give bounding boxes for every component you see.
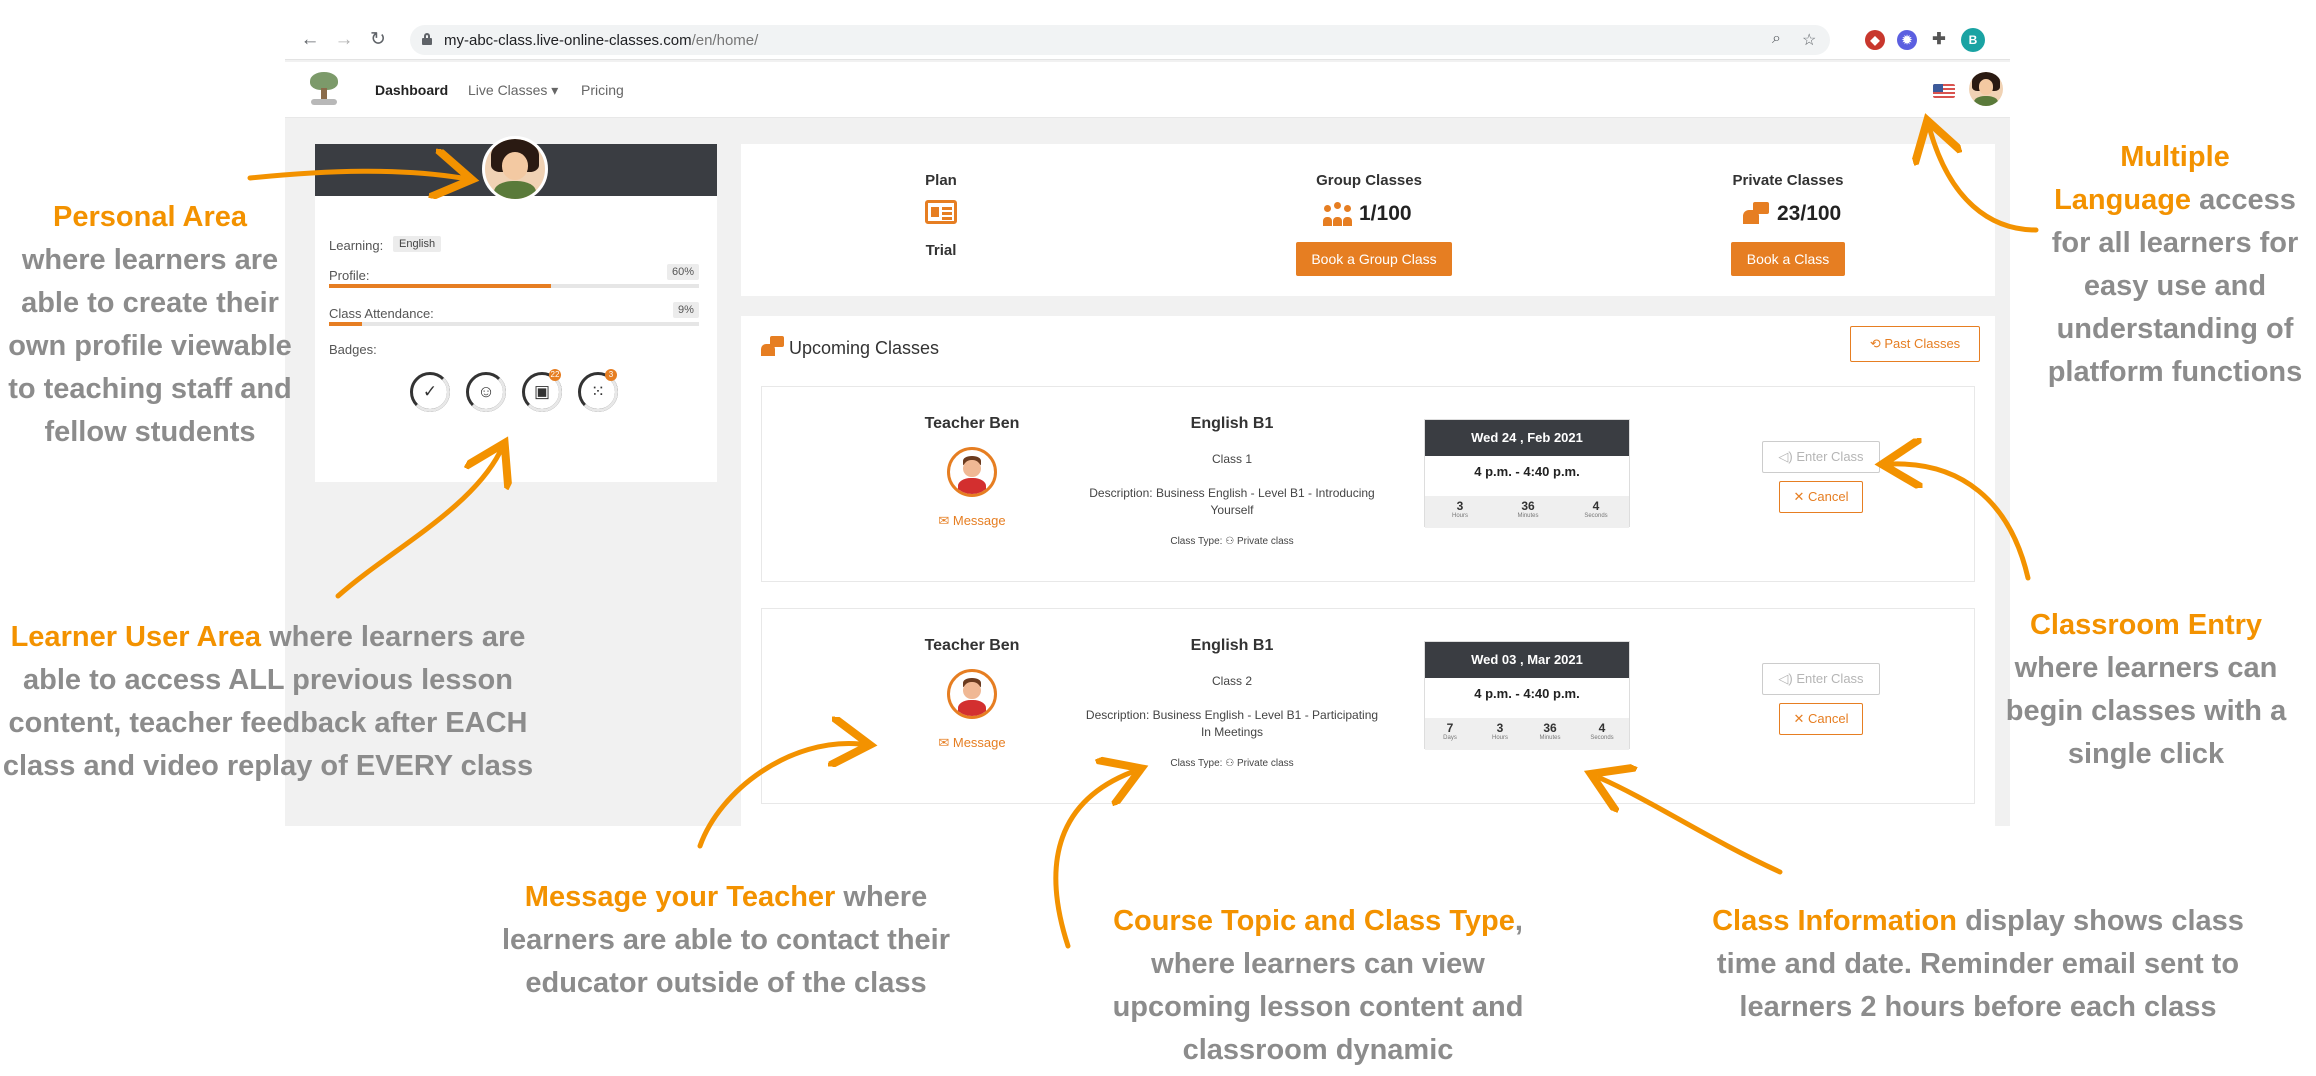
annotation-course-topic: Course Topic and Class Type, where learn…	[1112, 905, 1524, 1066]
app-navbar: Dashboard Live Classes ▾ Pricing	[285, 62, 2010, 118]
attendance-label: Class Attendance:	[329, 306, 434, 321]
extension-icon[interactable]: ◆	[1865, 30, 1885, 50]
zoom-icon[interactable]: ⌕	[1772, 30, 1781, 48]
class-time: 4 p.m. - 4:40 p.m.	[1474, 464, 1580, 479]
learning-language-tag: English	[393, 236, 442, 252]
browser-toolbar: ← → ↻ my-abc-class.live-online-classes.c…	[285, 20, 2010, 60]
reload-icon[interactable]: ↻	[367, 29, 389, 51]
address-bar[interactable]: my-abc-class.live-online-classes.com/en/…	[410, 25, 1830, 55]
past-classes-button[interactable]: ⟲ Past Classes	[1850, 326, 1980, 362]
profile-badge-icon[interactable]: ☺	[466, 372, 506, 412]
badges-label: Badges:	[329, 342, 377, 357]
back-arrow-icon[interactable]: ←	[299, 29, 321, 51]
class-type: Class Type: ⚇ Private class	[1170, 758, 1294, 769]
annotation-message-teacher: Message your Teacher where learners are …	[501, 881, 951, 999]
countdown-cell: 4 Seconds	[1590, 721, 1614, 741]
profile-card: Learning: English Profile: 60% Class Att…	[315, 136, 717, 482]
group-classes-icon	[1323, 202, 1353, 226]
profile-photo[interactable]	[482, 136, 548, 202]
nav-live-classes[interactable]: Live Classes ▾	[468, 82, 558, 99]
class-description: Description: Business English - Level B1…	[1085, 708, 1379, 739]
annotation-learner-area: Learner User Area where learners are abl…	[2, 621, 534, 782]
countdown-cell: 3 Hours	[1451, 499, 1468, 519]
group-classes-title: Group Classes	[1316, 172, 1422, 189]
cancel-class-button[interactable]: ✕ Cancel	[1779, 481, 1863, 513]
user-avatar[interactable]	[1969, 72, 2003, 106]
browser-window: ← → ↻ my-abc-class.live-online-classes.c…	[285, 20, 2010, 826]
plan-value: Trial	[925, 242, 957, 259]
countdown-cell: 36 Minutes	[1539, 721, 1561, 741]
teacher-name: Teacher Ben	[924, 415, 1020, 432]
learning-label: Learning:	[329, 238, 384, 253]
class-date: Wed 24 , Feb 2021	[1425, 420, 1629, 456]
bookmark-star-icon[interactable]: ☆	[1802, 30, 1816, 50]
lock-icon	[422, 33, 432, 45]
forward-arrow-icon[interactable]: →	[333, 29, 355, 51]
teacher-avatar[interactable]	[947, 669, 997, 719]
class-row: Teacher Ben ✉ Message English B1 Class 1…	[761, 386, 1975, 582]
class-type: Class Type: ⚇ Private class	[1170, 536, 1294, 547]
countdown-cell: 36 Minutes	[1517, 499, 1539, 519]
plan-title: Plan	[925, 172, 957, 189]
attendance-percent: 9%	[673, 302, 699, 318]
nav-dashboard[interactable]: Dashboard	[375, 82, 448, 98]
course-name: English B1	[1190, 637, 1274, 654]
countdown: 3 Hours 36 Minutes 4 Seconds	[1425, 496, 1629, 528]
countdown-cell: 4 Seconds	[1584, 499, 1608, 519]
class-number: Class 2	[1211, 674, 1252, 688]
class-date-box: Wed 03 , Mar 2021 4 p.m. - 4:40 p.m. 7 Da…	[1424, 641, 1630, 750]
private-classes-title: Private Classes	[1732, 172, 1844, 189]
plan-stats-card: Plan Trial Group Classes 1/100 Book a Gr…	[741, 144, 1995, 296]
cancel-class-button[interactable]: ✕ Cancel	[1779, 703, 1863, 735]
book-class-button[interactable]: Book a Class	[1731, 242, 1845, 276]
teacher-avatar[interactable]	[947, 447, 997, 497]
message-teacher-link[interactable]: ✉ Message	[872, 513, 1072, 529]
class-date-box: Wed 24 , Feb 2021 4 p.m. - 4:40 p.m. 3 Ho…	[1424, 419, 1630, 528]
annotated-screenshot: ← → ↻ my-abc-class.live-online-classes.c…	[0, 0, 2316, 1076]
teacher-name: Teacher Ben	[924, 637, 1020, 654]
us-flag-icon[interactable]	[1933, 84, 1955, 98]
annotation-personal-area: Personal Area where learners are able to …	[8, 201, 292, 448]
group-class-badge-icon[interactable]: ⁙ 3	[578, 369, 618, 412]
class-time: 4 p.m. - 4:40 p.m.	[1474, 686, 1580, 701]
class-number: Class 1	[1211, 452, 1252, 466]
enter-class-button[interactable]: ◁) Enter Class	[1762, 663, 1880, 695]
countdown-cell: 7 Days	[1443, 721, 1457, 741]
profile-avatar-button[interactable]: B	[1961, 28, 1985, 52]
attendance-progress-bar	[329, 322, 699, 326]
plan-card-icon	[925, 200, 957, 224]
private-classes-count: 23/100	[1777, 202, 1842, 225]
enter-class-button[interactable]: ◁) Enter Class	[1762, 441, 1880, 473]
checkmark-badge-icon[interactable]: ✓	[410, 372, 450, 412]
countdown: 7 Days 3 Hours 36 Minutes 4 Seconds	[1425, 718, 1629, 750]
class-description: Description: Business English - Level B1…	[1089, 486, 1375, 517]
group-classes-count: 1/100	[1359, 202, 1412, 225]
nav-pricing[interactable]: Pricing	[581, 82, 624, 98]
annotation-classroom-entry: Classroom Entry where learners can begin …	[2005, 609, 2287, 770]
countdown-cell: 3 Hours	[1491, 721, 1508, 741]
upcoming-classes-icon	[761, 336, 785, 358]
class-date: Wed 03 , Mar 2021	[1425, 642, 1629, 678]
url-text: my-abc-class.live-online-classes.com/en/…	[444, 32, 759, 49]
private-class-badge-icon[interactable]: ▣ 22	[522, 369, 562, 412]
upcoming-classes-title: Upcoming Classes	[789, 338, 940, 358]
annotation-multiple-language: Multiple Language access for all learners…	[2047, 141, 2303, 388]
profile-label: Profile:	[329, 268, 370, 283]
private-classes-icon	[1741, 202, 1771, 226]
upcoming-classes-card: Upcoming Classes ⟲ Past Classes Teacher …	[741, 316, 1995, 826]
settings-gear-icon[interactable]: ✹	[1897, 30, 1917, 50]
course-name: English B1	[1190, 415, 1274, 432]
profile-percent: 60%	[667, 264, 700, 280]
annotation-class-information: Class Information display shows class ti…	[1712, 905, 2244, 1023]
class-row: Teacher Ben ✉ Message English B1 Class 2…	[761, 608, 1975, 804]
profile-progress-bar	[329, 284, 699, 288]
puzzle-icon[interactable]: ✚	[1929, 30, 1949, 50]
message-teacher-link[interactable]: ✉ Message	[872, 735, 1072, 751]
tree-logo-icon[interactable]	[307, 72, 341, 108]
book-group-class-button[interactable]: Book a Group Class	[1296, 242, 1452, 276]
